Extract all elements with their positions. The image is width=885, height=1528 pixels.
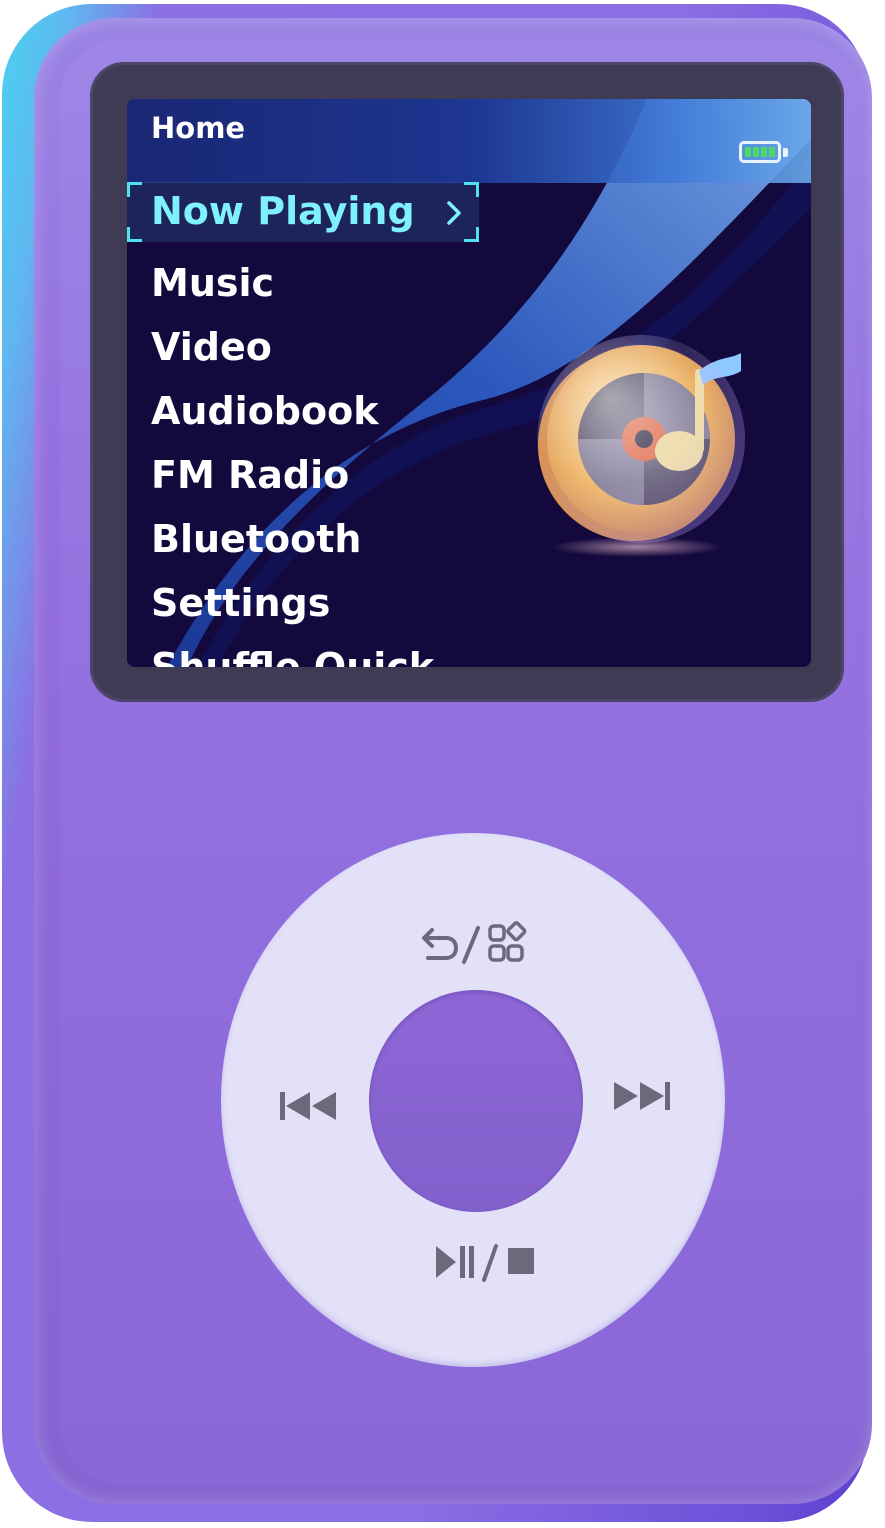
menu-item-bluetooth[interactable]: Bluetooth	[151, 517, 361, 561]
play-pause-stop-icon[interactable]	[428, 1238, 540, 1286]
menu-item-video[interactable]: Video	[151, 325, 272, 369]
menu-item-shuffle-quick[interactable]: Shuffle Quick	[151, 645, 434, 667]
menu-item-settings[interactable]: Settings	[151, 581, 330, 625]
chevron-right-icon	[447, 201, 461, 225]
menu-item-audiobook[interactable]: Audiobook	[151, 389, 378, 433]
screen: Home Now Playing Music Video Audiobook F…	[127, 99, 811, 667]
screen-title: Home	[151, 111, 246, 145]
next-track-icon[interactable]	[606, 1076, 678, 1116]
back-and-menu-icon[interactable]	[412, 918, 532, 968]
menu-item-music[interactable]: Music	[151, 261, 274, 305]
music-player-device: Home Now Playing Music Video Audiobook F…	[0, 0, 885, 1528]
select-button[interactable]	[369, 990, 583, 1212]
menu-item-now-playing[interactable]: Now Playing	[151, 189, 415, 233]
menu-item-fm-radio[interactable]: FM Radio	[151, 453, 349, 497]
music-disc-icon	[537, 335, 745, 557]
battery-tip	[783, 148, 788, 157]
previous-track-icon[interactable]	[272, 1086, 344, 1126]
battery-full-icon	[739, 141, 781, 163]
